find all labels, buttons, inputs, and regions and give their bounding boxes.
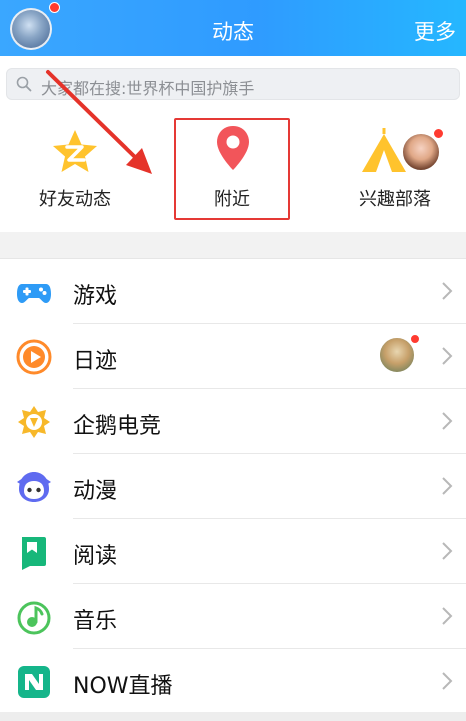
music-note-icon: [17, 601, 51, 635]
list-item-label: 音乐: [73, 609, 118, 634]
search-bar-area: 大家都在搜:世界杯中国护旗手: [0, 56, 466, 112]
anime-mascot-icon: [17, 472, 51, 502]
list-item-music[interactable]: 音乐: [0, 584, 466, 649]
more-button[interactable]: 更多: [414, 16, 456, 46]
page-title: 动态: [212, 20, 254, 44]
diary-play-icon: [16, 339, 52, 375]
list-item-label: NOW直播: [73, 674, 173, 699]
search-icon: [16, 76, 32, 92]
star-z-icon: [53, 130, 97, 172]
list-item-label: 动漫: [73, 479, 118, 504]
esports-crest-icon: [18, 406, 50, 438]
chevron-right-icon: [442, 542, 453, 560]
list-item-label: 日迹: [73, 349, 118, 374]
bottom-strip: [0, 712, 466, 721]
gamepad-icon: [17, 284, 51, 303]
list-item-label: 阅读: [73, 544, 118, 569]
notification-dot: [49, 2, 60, 13]
chevron-right-icon: [442, 672, 453, 690]
chevron-right-icon: [442, 607, 453, 625]
notification-dot: [410, 334, 420, 344]
chevron-right-icon: [442, 282, 453, 300]
friends-feed-button[interactable]: 好友动态: [20, 112, 130, 232]
list-item-label: 游戏: [73, 284, 118, 309]
highlight-box: [174, 118, 290, 220]
top-header: 动态 更多: [0, 0, 466, 56]
feature-list: 游戏 日迹 企鹅电竞 动漫 阅读 音乐 NOW直播: [0, 258, 466, 712]
now-live-icon: [18, 666, 50, 698]
search-placeholder: 大家都在搜:世界杯中国护旗手: [41, 79, 255, 98]
notification-dot: [433, 128, 444, 139]
chevron-right-icon: [442, 347, 453, 365]
list-item-now-live[interactable]: NOW直播: [0, 649, 466, 714]
list-item-games[interactable]: 游戏: [0, 259, 466, 324]
list-item-anime[interactable]: 动漫: [0, 454, 466, 519]
bookmark-icon: [22, 537, 46, 570]
list-item-reading[interactable]: 阅读: [0, 519, 466, 584]
search-input[interactable]: 大家都在搜:世界杯中国护旗手: [6, 68, 460, 100]
friends-feed-label: 好友动态: [39, 189, 111, 210]
chevron-right-icon: [442, 477, 453, 495]
interest-tribe-label: 兴趣部落: [359, 189, 431, 210]
list-item-diary[interactable]: 日迹: [0, 324, 466, 389]
list-item-label: 企鹅电竞: [73, 414, 162, 439]
list-item-esports[interactable]: 企鹅电竞: [0, 389, 466, 454]
chevron-right-icon: [442, 412, 453, 430]
